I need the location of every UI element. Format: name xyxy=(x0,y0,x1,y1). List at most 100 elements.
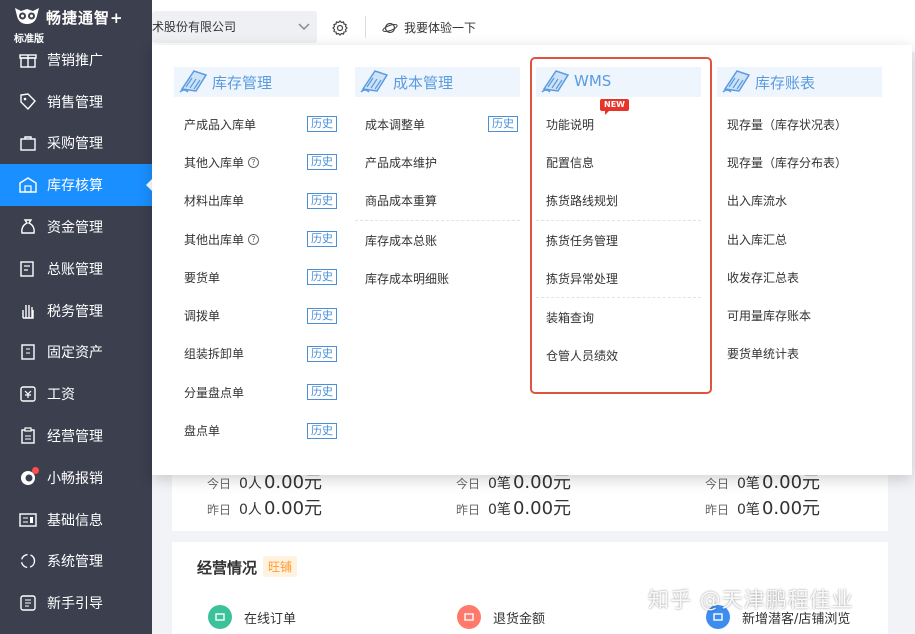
menu-item[interactable]: 成本调整单 历史 xyxy=(355,105,520,143)
menu-item[interactable]: 可用量库存账本 xyxy=(717,296,882,334)
menu-item-label: 出入库流水 xyxy=(727,194,788,209)
stat-amount: 0.00元 xyxy=(761,472,821,493)
sidebar-item-3[interactable]: 库存核算 xyxy=(0,164,152,207)
column-header: 库存管理 xyxy=(174,67,339,97)
guide-icon xyxy=(20,595,36,611)
sidebar-item-10[interactable]: 小畅报销 xyxy=(0,457,152,499)
menu-item[interactable]: 调拨单 历史 xyxy=(174,296,339,334)
menu-item[interactable]: 现存量（库存状况表） xyxy=(717,105,882,143)
menu-item[interactable]: 出入库汇总 xyxy=(717,220,882,258)
menu-item[interactable]: 库存成本明细账 xyxy=(355,259,520,297)
menu-item[interactable]: 其他入库单? 历史 xyxy=(174,143,339,181)
menu-item[interactable]: 要货单 历史 xyxy=(174,258,339,296)
menu-item-label: 成本调整单 xyxy=(365,117,426,132)
sidebar-item-7[interactable]: 固定资产 xyxy=(0,332,152,374)
building-icon xyxy=(21,344,35,361)
business-item[interactable]: 在线订单 xyxy=(208,605,296,629)
company-name: 术股份有限公司 xyxy=(152,20,237,34)
sidebar-item-1[interactable]: 销售管理 xyxy=(0,81,152,123)
owl-logo-icon xyxy=(15,8,39,24)
column-title: 库存账表 xyxy=(755,74,816,92)
menu-column-0: 库存管理 产成品入库单 历史 其他入库单? 历史 材料出库单 历史 其他出库单? 历史 要货单 历史… xyxy=(174,67,339,450)
bag-icon xyxy=(20,136,36,152)
menu-item[interactable]: 组装拆卸单 历史 xyxy=(174,335,339,373)
try-experience-button[interactable]: 我要体验一下 xyxy=(382,19,476,36)
menu-item[interactable]: 出入库流水 xyxy=(717,182,882,220)
planet-icon xyxy=(382,22,398,33)
menu-item[interactable]: 盘点单 历史 xyxy=(174,411,339,449)
gift-icon xyxy=(19,54,37,68)
tag-icon xyxy=(20,92,36,110)
menu-item-label: 组装拆卸单 xyxy=(184,347,245,362)
menu-item[interactable]: 其他出库单? 历史 xyxy=(174,220,339,258)
history-button[interactable]: 历史 xyxy=(307,422,337,439)
history-button[interactable]: 历史 xyxy=(488,116,518,133)
sidebar-item-12[interactable]: 系统管理 xyxy=(0,541,152,583)
sidebar-item-2[interactable]: 采购管理 xyxy=(0,123,152,165)
stat-row: 昨日 0人 0.00元 xyxy=(207,494,322,520)
sidebar-item-label: 采购管理 xyxy=(47,136,103,153)
business-item[interactable]: 退货金额 xyxy=(457,605,545,629)
business-item-label: 在线订单 xyxy=(244,611,297,627)
menu-item[interactable]: 商品成本重算 xyxy=(355,182,520,220)
sidebar-item-13[interactable]: 新手引导 xyxy=(0,582,152,624)
menu-column-1: 成本管理 成本调整单 历史 产品成本维护 商品成本重算 库存成本总账 库存成本明细账 xyxy=(355,67,520,297)
menu-item-label: 材料出库单 xyxy=(184,194,245,209)
business-tag[interactable]: 旺铺 xyxy=(263,556,298,577)
gear-icon[interactable] xyxy=(332,20,348,36)
history-button[interactable]: 历史 xyxy=(307,192,337,209)
sidebar-item-6[interactable]: 税务管理 xyxy=(0,290,152,332)
company-selector[interactable]: 术股份有限公司 xyxy=(152,11,317,43)
menu-item-label: 产品成本维护 xyxy=(365,155,438,170)
sidebar-item-9[interactable]: 经营管理 xyxy=(0,415,152,457)
stat-count: 0笔 xyxy=(488,502,511,518)
sidebar-nav: 营销推广 销售管理采购管理库存核算 资金管理总账管理税务管理固定资产工资经营管理小畅… xyxy=(0,39,152,624)
menu-item-label: 可用量库存账本 xyxy=(727,309,812,324)
sidebar-item-8[interactable]: 工资 xyxy=(0,373,152,415)
stat-day-label: 今日 xyxy=(207,477,232,491)
sidebar-item-label: 小畅报销 xyxy=(47,470,103,487)
menu-item-label: 其他出库单 xyxy=(184,232,245,247)
chevron-down-icon xyxy=(298,23,310,31)
sidebar-item-label: 经营管理 xyxy=(47,429,103,446)
menu-item[interactable]: 材料出库单 历史 xyxy=(174,182,339,220)
menu-item[interactable]: 产成品入库单 历史 xyxy=(174,105,339,143)
menu-item[interactable]: 现存量（库存分布表） xyxy=(717,143,882,181)
history-button[interactable]: 历史 xyxy=(307,116,337,133)
menu-item[interactable]: 要货单统计表 xyxy=(717,335,882,373)
stat-count: 0笔 xyxy=(737,476,760,492)
info-card-icon xyxy=(19,512,37,527)
history-button[interactable]: 历史 xyxy=(307,345,337,362)
sidebar: 畅捷通智+ 标准版 营销推广 销售管理采购管理库存核算 资金管理总账管理税务管理固定… xyxy=(0,0,152,634)
payroll-icon xyxy=(20,386,36,402)
history-button[interactable]: 历史 xyxy=(307,384,337,401)
help-icon[interactable]: ? xyxy=(248,156,260,168)
stat-day-label: 昨日 xyxy=(456,503,481,517)
menu-item-label: 收发存汇总表 xyxy=(727,270,800,285)
system-icon xyxy=(20,554,36,569)
try-experience-label: 我要体验一下 xyxy=(404,21,477,35)
sidebar-item-label: 税务管理 xyxy=(47,303,103,320)
app-logo[interactable]: 畅捷通智+ 标准版 xyxy=(0,0,152,45)
sidebar-item-label: 固定资产 xyxy=(47,345,103,362)
menu-item-label: 现存量（库存状况表） xyxy=(727,117,848,132)
history-button[interactable]: 历史 xyxy=(307,269,337,286)
menu-item[interactable]: 分量盘点单 历史 xyxy=(174,373,339,411)
history-button[interactable]: 历史 xyxy=(307,154,337,171)
sidebar-item-4[interactable]: 资金管理 xyxy=(0,206,152,248)
menu-item[interactable]: 产品成本维护 xyxy=(355,143,520,181)
menu-item[interactable]: 收发存汇总表 xyxy=(717,258,882,296)
history-button[interactable]: 历史 xyxy=(307,231,337,248)
menu-item-label: 其他入库单 xyxy=(184,155,245,170)
sidebar-item-label: 总账管理 xyxy=(47,261,103,278)
sidebar-item-0[interactable]: 营销推广 xyxy=(0,39,152,81)
stat-amount: 0.00元 xyxy=(263,472,323,493)
cart-icon xyxy=(208,605,232,629)
notification-dot xyxy=(32,466,39,474)
history-button[interactable]: 历史 xyxy=(307,307,337,324)
stat-amount: 0.00元 xyxy=(512,472,572,493)
sidebar-item-11[interactable]: 基础信息 xyxy=(0,499,152,541)
help-icon[interactable]: ? xyxy=(248,233,260,245)
sidebar-item-5[interactable]: 总账管理 xyxy=(0,248,152,290)
menu-item[interactable]: 库存成本总账 xyxy=(355,221,520,259)
